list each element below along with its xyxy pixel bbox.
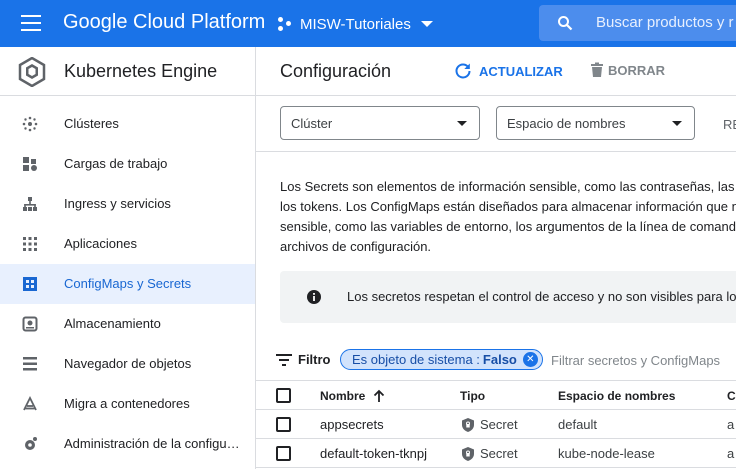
services-icon [23, 197, 37, 211]
description-line: sensible, como las variables de entorno,… [280, 219, 736, 234]
cluster-select[interactable]: Clúster [280, 106, 480, 140]
column-header-type[interactable]: Tipo [460, 389, 485, 403]
table-row: appsecrets Secret default a [256, 410, 736, 439]
chevron-down-icon [672, 121, 682, 126]
row-cluster: a [727, 446, 735, 461]
column-header-label: Nombre [320, 389, 366, 403]
table-row: default-token-tknpj Secret kube-node-lea… [256, 439, 736, 468]
info-icon [307, 290, 321, 304]
sidebar-item-services[interactable]: Ingress y servicios [0, 184, 255, 224]
delete-label: BORRAR [608, 62, 666, 78]
project-name: MISW-Tutoriales [300, 15, 411, 33]
row-type: Secret [462, 446, 518, 461]
kubernetes-engine-icon [18, 57, 46, 87]
select-all-checkbox[interactable] [276, 388, 291, 403]
config-management-icon [25, 437, 37, 450]
sidebar-item-label: Cargas de trabajo [64, 156, 168, 171]
chevron-down-icon [420, 21, 433, 27]
sidebar-item-label: Administración de la configu… [64, 436, 240, 451]
project-selector[interactable]: MISW-Tutoriales [278, 13, 433, 35]
workloads-icon [23, 157, 37, 171]
info-banner: Los secretos respetan el control de acce… [280, 271, 736, 323]
sidebar-item-object-browser[interactable]: Navegador de objetos [0, 344, 255, 384]
table-header: Nombre Tipo Espacio de nombres C [256, 380, 736, 410]
row-type-label: Secret [480, 417, 518, 432]
row-type-label: Secret [480, 446, 518, 461]
column-header-name[interactable]: Nombre [320, 389, 386, 403]
row-name-link[interactable]: appsecrets [320, 417, 384, 432]
namespace-select[interactable]: Espacio de nombres [496, 106, 695, 140]
sidebar-item-storage[interactable]: Almacenamiento [0, 304, 255, 344]
column-header-namespace[interactable]: Espacio de nombres [558, 389, 675, 403]
storage-icon [22, 316, 38, 332]
row-cluster: a [727, 417, 735, 432]
filter-label: Filtro [298, 352, 331, 367]
sidebar-product-title: Kubernetes Engine [64, 61, 218, 81]
page-title: Configuración [280, 61, 392, 81]
filter-button[interactable]: Filtro [276, 352, 331, 367]
filter-chip[interactable]: Es objeto de sistema : Falso ✕ [340, 349, 543, 370]
filter-icon [276, 353, 292, 366]
sidebar-item-label: Migra a contenedores [64, 396, 190, 411]
row-type: Secret [462, 417, 518, 432]
trash-icon [591, 62, 603, 77]
description-text: Los Secrets son elementos de información… [280, 177, 736, 257]
row-namespace: default [558, 417, 598, 432]
sidebar-item-label: Ingress y servicios [64, 196, 171, 211]
filter-bar: Filtro Es objeto de sistema : Falso ✕ Fi… [256, 340, 736, 380]
top-bar: Google Cloud Platform MISW-Tutoriales Bu… [0, 0, 736, 47]
filter-selects: Clúster Espacio de nombres RE [256, 96, 736, 152]
row-checkbox[interactable] [276, 417, 291, 432]
lock-shield-icon [462, 446, 474, 461]
brand-title[interactable]: Google Cloud Platform [63, 11, 265, 34]
sidebar-item-label: Navegador de objetos [64, 356, 192, 371]
search-icon [558, 16, 573, 31]
refresh-icon [455, 63, 471, 79]
sidebar-item-migrate[interactable]: Migra a contenedores [0, 384, 255, 424]
sidebar-item-applications[interactable]: Aplicaciones [0, 224, 255, 264]
filter-input[interactable]: Filtrar secretos y ConfigMaps [551, 353, 720, 368]
search-input[interactable]: Buscar productos y r [539, 5, 736, 41]
object-browser-icon [23, 357, 37, 371]
lock-shield-icon [462, 417, 474, 432]
namespace-select-label: Espacio de nombres [507, 116, 626, 131]
column-header-cluster[interactable]: C [727, 389, 736, 403]
refresh-label: ACTUALIZAR [479, 63, 563, 79]
sidebar-item-label: ConfigMaps y Secrets [64, 276, 192, 291]
sidebar-item-label: Aplicaciones [64, 236, 137, 251]
sidebar-header: Kubernetes Engine [0, 47, 255, 96]
cluster-select-label: Clúster [291, 116, 333, 131]
reset-button[interactable]: RE [723, 117, 736, 132]
info-banner-text: Los secretos respetan el control de acce… [347, 289, 736, 304]
row-checkbox[interactable] [276, 446, 291, 461]
close-icon[interactable]: ✕ [522, 352, 538, 367]
description-line: los tokens. Los ConfigMaps están diseñad… [280, 199, 736, 214]
configmaps-icon [23, 277, 37, 291]
sidebar-item-configmaps[interactable]: ConfigMaps y Secrets [0, 264, 255, 304]
sidebar: Kubernetes Engine Clústeres Cargas de tr… [0, 47, 256, 469]
menu-icon[interactable] [21, 15, 41, 31]
filter-chip-value: Falso [482, 352, 517, 367]
migrate-icon [23, 396, 37, 411]
page-header: Configuración ACTUALIZAR BORRAR [256, 47, 736, 96]
sidebar-item-label: Clústeres [64, 116, 119, 131]
applications-icon [23, 237, 37, 251]
project-dots-icon [278, 17, 292, 31]
description-line: archivos de configuración. [280, 239, 432, 254]
filter-chip-key: Es objeto de sistema : [352, 352, 480, 367]
search-placeholder: Buscar productos y r [596, 14, 734, 31]
sidebar-item-label: Almacenamiento [64, 316, 161, 331]
row-name-link[interactable]: default-token-tknpj [320, 446, 427, 461]
sidebar-item-workloads[interactable]: Cargas de trabajo [0, 144, 255, 184]
clusters-icon [22, 116, 38, 132]
sidebar-item-clusters[interactable]: Clústeres [0, 104, 255, 144]
description-line: Los Secrets son elementos de información… [280, 179, 735, 194]
chevron-down-icon [457, 121, 467, 126]
sidebar-item-config-management[interactable]: Administración de la configu… [0, 424, 255, 464]
arrow-up-icon [374, 389, 385, 402]
refresh-button[interactable]: ACTUALIZAR [454, 62, 563, 80]
row-namespace: kube-node-lease [558, 446, 655, 461]
delete-button[interactable]: BORRAR [590, 62, 665, 78]
